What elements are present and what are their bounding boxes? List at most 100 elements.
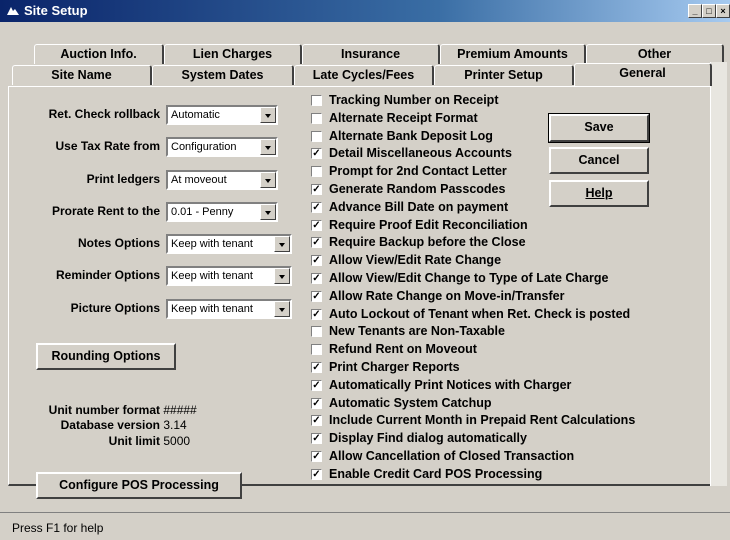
unit-limit-row: Unit limit 5000: [20, 434, 190, 448]
database-version-row: Database version 3.14: [20, 418, 187, 432]
cancel-button[interactable]: Cancel: [549, 147, 649, 174]
save-button[interactable]: Save: [548, 113, 650, 143]
chevron-down-icon[interactable]: [260, 204, 276, 220]
picture-options-value: Keep with tenant: [171, 303, 253, 315]
checkbox-unchecked[interactable]: [311, 326, 322, 338]
tab-lien-charges[interactable]: Lien Charges: [164, 44, 302, 64]
checkbox-unchecked[interactable]: [311, 166, 322, 178]
tab-printer-setup[interactable]: Printer Setup: [434, 65, 574, 85]
checkbox-checked[interactable]: ✓: [311, 148, 322, 160]
prorate-rent-value: 0.01 - Penny: [171, 206, 234, 218]
option-label: Enable Credit Card POS Processing: [329, 466, 543, 481]
unit-number-format-value: #####: [163, 403, 197, 417]
tab-insurance[interactable]: Insurance: [302, 44, 440, 64]
notes-options-select[interactable]: Keep with tenant: [166, 234, 292, 254]
option-label: Print Charger Reports: [329, 360, 460, 374]
tab-premium-amounts[interactable]: Premium Amounts: [440, 44, 586, 64]
ret-check-rollback-value: Automatic: [171, 109, 220, 121]
option-label: Refund Rent on Moveout: [329, 342, 477, 357]
help-button[interactable]: Help: [549, 180, 649, 207]
chevron-down-icon[interactable]: [274, 301, 290, 317]
option-label: Automatically Print Notices with Charger: [329, 377, 572, 392]
option-label: Prompt for 2nd Contact Letter: [329, 164, 507, 179]
chevron-down-icon[interactable]: [260, 172, 276, 188]
option-label: Automatic System Catchup: [329, 395, 492, 410]
prorate-rent-select[interactable]: 0.01 - Penny: [166, 202, 278, 222]
option-label: Require Proof Edit Reconciliation: [329, 217, 528, 232]
checkbox-checked[interactable]: ✓: [311, 415, 322, 427]
checkbox-checked[interactable]: ✓: [311, 290, 322, 302]
maximize-button[interactable]: □: [702, 4, 716, 18]
chevron-down-icon[interactable]: [260, 139, 276, 155]
tab-other[interactable]: Other: [586, 44, 724, 64]
option-label: Tracking Number on Receipt: [329, 93, 499, 107]
checkbox-checked[interactable]: ✓: [311, 433, 322, 445]
option-label: Allow Cancellation of Closed Transaction: [329, 449, 575, 463]
status-bar: Press F1 for help: [0, 512, 730, 540]
chevron-down-icon[interactable]: [274, 236, 290, 252]
database-version-value: 3.14: [163, 418, 187, 432]
chevron-down-icon[interactable]: [260, 107, 276, 123]
checkbox-checked[interactable]: ✓: [311, 397, 322, 409]
print-ledgers-value: At moveout: [171, 174, 227, 186]
checkbox-checked[interactable]: ✓: [311, 201, 322, 213]
window-title: Site Setup: [24, 3, 88, 18]
print-ledgers-select[interactable]: At moveout: [166, 170, 278, 190]
vertical-scrollbar[interactable]: [710, 62, 727, 486]
option-label: Advance Bill Date on payment: [329, 199, 509, 214]
notes-options-value: Keep with tenant: [171, 238, 253, 250]
tab-system-dates[interactable]: System Dates: [152, 65, 294, 85]
option-label: Generate Random Passcodes: [329, 182, 506, 196]
checkbox-checked[interactable]: ✓: [311, 468, 322, 480]
tab-row-front: Site Name System Dates Late Cycles/Fees …: [12, 63, 712, 86]
checkbox-unchecked[interactable]: [311, 130, 322, 142]
rounding-options-button[interactable]: Rounding Options: [36, 343, 176, 370]
reminder-options-label: Reminder Options: [55, 268, 160, 282]
checkbox-checked[interactable]: ✓: [311, 308, 322, 320]
option-label: Allow View/Edit Rate Change: [329, 253, 502, 268]
picture-options-label: Picture Options: [70, 301, 160, 315]
ret-check-rollback-select[interactable]: Automatic: [166, 105, 278, 125]
checkbox-checked[interactable]: ✓: [311, 379, 322, 391]
checkbox-checked[interactable]: ✓: [311, 255, 322, 267]
unit-number-format-row: Unit number format #####: [20, 403, 197, 417]
close-button[interactable]: ×: [716, 4, 730, 18]
checkbox-checked[interactable]: ✓: [311, 184, 322, 195]
tax-rate-label: Use Tax Rate from: [55, 139, 160, 153]
checkbox-unchecked[interactable]: [311, 112, 322, 124]
tab-site-name[interactable]: Site Name: [12, 65, 152, 85]
tab-auction-info[interactable]: Auction Info.: [34, 44, 164, 64]
chevron-down-icon[interactable]: [274, 268, 290, 284]
prorate-rent-label: Prorate Rent to the: [51, 204, 160, 218]
print-ledgers-label: Print ledgers: [86, 172, 160, 186]
tab-late-cycles-fees[interactable]: Late Cycles/Fees: [294, 65, 434, 85]
checkbox-checked[interactable]: ✓: [311, 451, 322, 462]
notes-options-label: Notes Options: [77, 236, 160, 250]
checkbox-checked[interactable]: ✓: [311, 362, 322, 373]
app-icon: [7, 7, 19, 15]
tax-rate-select[interactable]: Configuration: [166, 137, 278, 157]
tax-rate-value: Configuration: [171, 141, 237, 153]
tab-general[interactable]: General: [574, 63, 712, 86]
picture-options-select[interactable]: Keep with tenant: [166, 299, 292, 319]
ret-check-rollback-label: Ret. Check rollback: [48, 107, 160, 121]
unit-number-format-label: Unit number format: [48, 403, 160, 417]
database-version-label: Database version: [60, 418, 160, 432]
unit-limit-value: 5000: [163, 434, 191, 448]
tab-row-back: Auction Info. Lien Charges Insurance Pre…: [34, 44, 724, 64]
option-label: Require Backup before the Close: [329, 235, 526, 250]
reminder-options-select[interactable]: Keep with tenant: [166, 266, 292, 286]
option-label: Alternate Receipt Format: [329, 110, 478, 125]
reminder-options-value: Keep with tenant: [171, 270, 253, 282]
checkbox-checked[interactable]: ✓: [311, 219, 322, 231]
checkbox-unchecked[interactable]: [311, 95, 322, 106]
status-text: Press F1 for help: [12, 521, 104, 535]
option-label: New Tenants are Non-Taxable: [329, 324, 505, 339]
checkbox-checked[interactable]: ✓: [311, 273, 322, 284]
option-label: Alternate Bank Deposit Log: [329, 128, 493, 143]
checkbox-checked[interactable]: ✓: [311, 237, 322, 249]
checkbox-unchecked[interactable]: [311, 344, 322, 356]
option-label: Detail Miscellaneous Accounts: [329, 146, 512, 161]
minimize-button[interactable]: _: [688, 4, 702, 18]
configure-pos-button[interactable]: Configure POS Processing: [36, 472, 242, 499]
